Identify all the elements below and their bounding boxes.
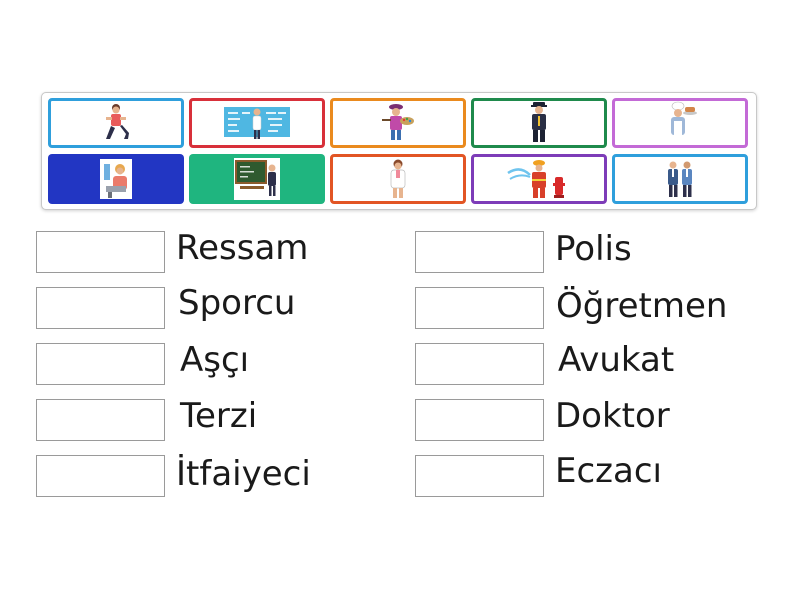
tile-police[interactable] [471,98,607,148]
doctor-icon [390,159,406,198]
tile-painter[interactable] [330,98,466,148]
teacher-chalkboard-icon [234,158,280,200]
tile-teacher-board[interactable] [189,98,325,148]
tile-doctor[interactable] [330,154,466,204]
athlete-stretching-icon [106,104,129,139]
answer-box-avukat[interactable] [415,343,544,385]
answer-box-ressam[interactable] [36,231,165,273]
word-label: Polis [555,229,632,269]
answer-box-ogretmen[interactable] [415,287,544,329]
tailor-icon [100,159,132,199]
answer-box-doktor[interactable] [415,399,544,441]
word-label: Avukat [558,340,675,380]
tile-lawyers[interactable] [612,154,748,204]
word-label: Sporcu [178,283,296,323]
word-label: Aşçı [180,340,250,380]
police-officer-icon [531,102,547,142]
tile-tray [41,92,757,210]
word-label: Ressam [176,228,309,268]
word-label: Eczacı [555,451,662,491]
match-activity: Ressam Sporcu Aşçı Terzi İtfaiyeci Polis… [0,0,800,600]
word-label: Öğretmen [556,286,728,326]
word-label: Doktor [555,396,670,436]
chef-icon [671,101,697,135]
answer-box-terzi[interactable] [36,399,165,441]
answer-box-itfaiyeci[interactable] [36,455,165,497]
tile-tailor[interactable] [48,154,184,204]
answer-box-polis[interactable] [415,231,544,273]
teacher-at-board-icon [224,107,290,139]
firefighter-icon [507,160,565,198]
tile-teacher-chalkboard[interactable] [189,154,325,204]
word-label: İtfaiyeci [176,454,311,494]
answer-box-eczaci[interactable] [415,455,544,497]
word-label: Terzi [180,396,258,436]
answer-box-ascı[interactable] [36,343,165,385]
tile-athlete[interactable] [48,98,184,148]
painter-icon [382,104,414,140]
lawyers-icon [668,161,692,197]
answer-box-sporcu[interactable] [36,287,165,329]
tile-chef[interactable] [612,98,748,148]
tile-firefighter[interactable] [471,154,607,204]
